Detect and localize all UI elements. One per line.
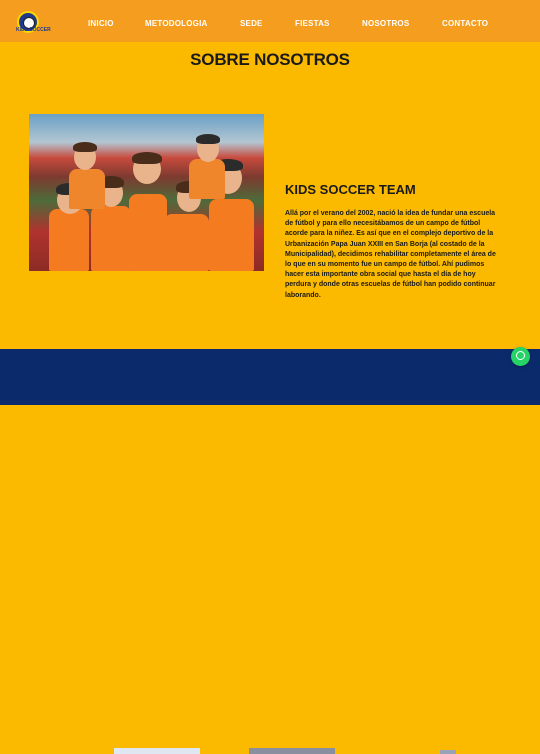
nav-item-inicio[interactable]: INICIO bbox=[88, 19, 114, 28]
footer-thumbnail[interactable] bbox=[249, 748, 335, 754]
nav-item-contacto[interactable]: CONTACTO bbox=[442, 19, 488, 28]
footer-thumbnail[interactable] bbox=[114, 748, 200, 754]
nav-item-nosotros[interactable]: NOSOTROS bbox=[362, 19, 409, 28]
about-heading: KIDS SOCCER TEAM bbox=[285, 182, 416, 197]
top-navbar: KIDS SOCCER INICIO METODOLOGIA SEDE FIES… bbox=[0, 0, 540, 42]
nav-item-sede[interactable]: SEDE bbox=[240, 19, 263, 28]
whatsapp-icon[interactable] bbox=[511, 347, 530, 366]
nav-item-fiestas[interactable]: FIESTAS bbox=[295, 19, 330, 28]
footer bbox=[0, 349, 540, 754]
about-paragraph: Allá por el verano del 2002, nació la id… bbox=[285, 210, 496, 299]
team-photo bbox=[29, 114, 264, 271]
page-title: SOBRE NOSOTROS bbox=[190, 50, 350, 69]
logo-text: KIDS SOCCER bbox=[16, 27, 51, 33]
nav-item-metodologia[interactable]: METODOLOGIA bbox=[145, 19, 208, 28]
footer-thumbnail[interactable] bbox=[440, 750, 456, 754]
